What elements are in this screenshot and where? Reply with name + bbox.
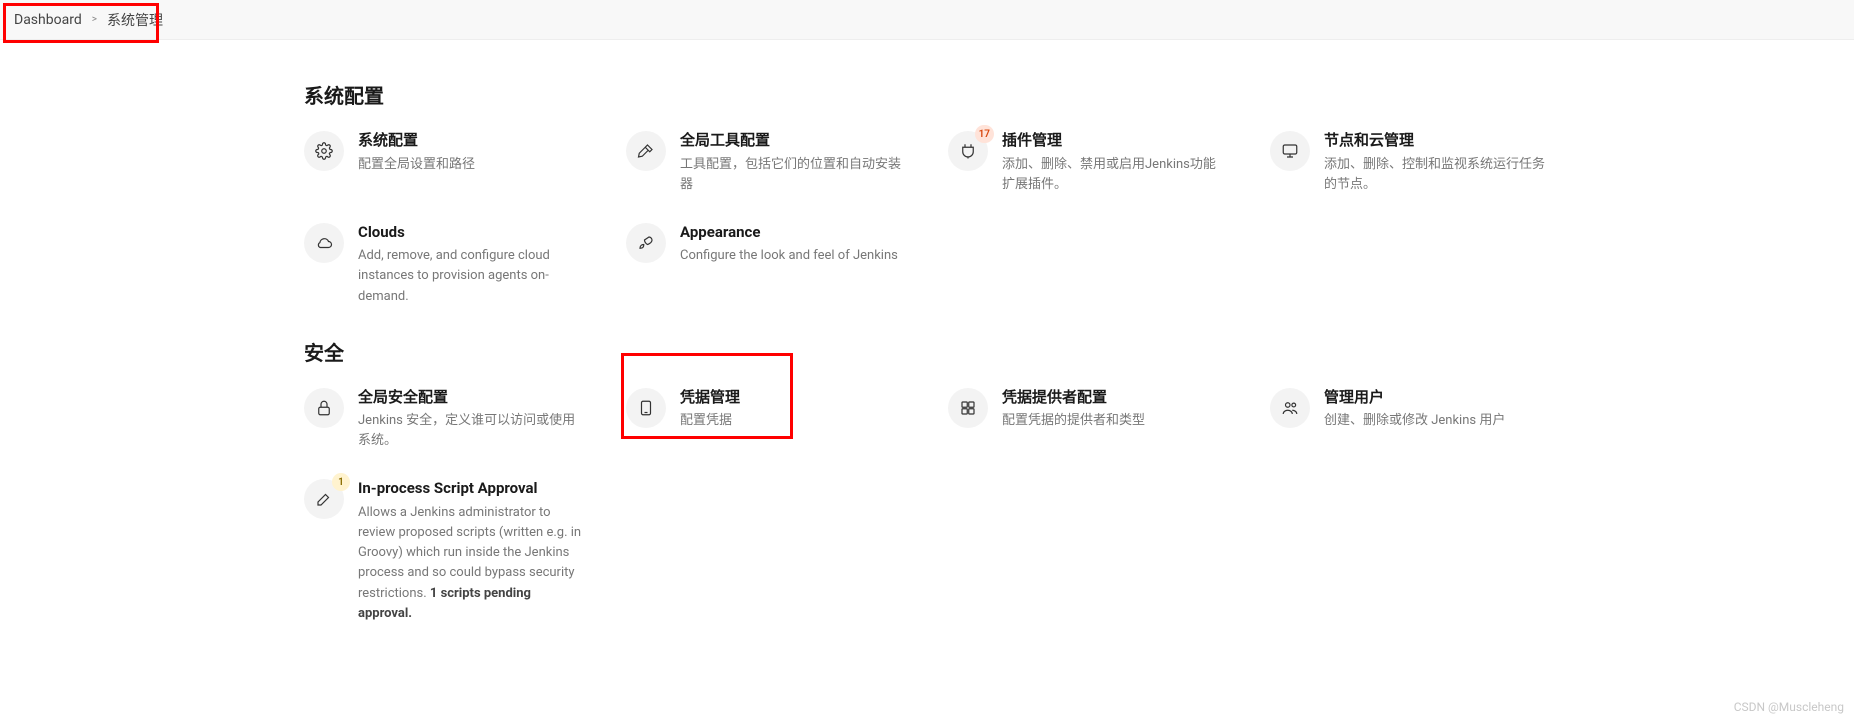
card-manage-users[interactable]: 管理用户 创建、删除或修改 Jenkins 用户 [1270,388,1550,452]
card-title: 凭据管理 [680,388,740,408]
card-title: 插件管理 [1002,131,1228,151]
section-title-system-config: 系统配置 [304,80,1554,109]
badge-script-count: 1 [332,473,350,491]
card-desc: 添加、删除、禁用或启用Jenkins功能扩展插件。 [1002,155,1228,195]
card-plugins[interactable]: 17 插件管理 添加、删除、禁用或启用Jenkins功能扩展插件。 [948,131,1228,195]
card-title: Clouds [358,223,584,243]
card-global-security[interactable]: 全局安全配置 Jenkins 安全，定义谁可以访问或使用系统。 [304,388,584,452]
card-nodes-clouds[interactable]: 节点和云管理 添加、删除、控制和监视系统运行任务的节点。 [1270,131,1550,195]
card-desc: 添加、删除、控制和监视系统运行任务的节点。 [1324,155,1550,195]
card-desc: 工具配置，包括它们的位置和自动安装器 [680,155,906,195]
main-content: 系统配置 系统配置 配置全局设置和路径 全局工具配置 工具配置，包括它们的位置和… [304,40,1554,624]
card-system-config[interactable]: 系统配置 配置全局设置和路径 [304,131,584,195]
card-desc: Jenkins 安全，定义谁可以访问或使用系统。 [358,411,584,451]
id-card-icon [626,388,666,428]
card-desc: 创建、删除或修改 Jenkins 用户 [1324,411,1505,431]
gear-icon [304,131,344,171]
providers-icon [948,388,988,428]
card-title: 系统配置 [358,131,475,151]
card-title: 全局工具配置 [680,131,906,151]
section-grid-system-config: 系统配置 配置全局设置和路径 全局工具配置 工具配置，包括它们的位置和自动安装器… [304,131,1554,307]
card-title: Appearance [680,223,898,243]
card-title: 全局安全配置 [358,388,584,408]
watermark: CSDN @Muscleheng [1734,700,1844,714]
breadcrumb: Dashboard > 系统管理 [0,0,1854,40]
breadcrumb-dashboard[interactable]: Dashboard [14,12,82,28]
card-title: 节点和云管理 [1324,131,1550,151]
section-grid-security: 全局安全配置 Jenkins 安全，定义谁可以访问或使用系统。 凭据管理 配置凭… [304,388,1554,624]
card-clouds[interactable]: Clouds Add, remove, and configure cloud … [304,223,584,307]
card-title: In-process Script Approval [358,479,584,499]
card-desc: 配置凭据 [680,411,740,431]
card-credential-providers[interactable]: 凭据提供者配置 配置凭据的提供者和类型 [948,388,1228,452]
card-credentials[interactable]: 凭据管理 配置凭据 [626,388,906,452]
card-desc: Configure the look and feel of Jenkins [680,246,898,266]
monitor-icon [1270,131,1310,171]
card-script-approval[interactable]: 1 In-process Script Approval Allows a Je… [304,479,584,623]
card-desc: Add, remove, and configure cloud instanc… [358,246,584,306]
card-desc: Allows a Jenkins administrator to review… [358,503,584,624]
plugin-icon: 17 [948,131,988,171]
card-title: 凭据提供者配置 [1002,388,1145,408]
card-desc: 配置全局设置和路径 [358,155,475,175]
hammer-icon [626,131,666,171]
card-desc: 配置凭据的提供者和类型 [1002,411,1145,431]
breadcrumb-system-manage[interactable]: 系统管理 [107,10,163,30]
lock-icon [304,388,344,428]
brush-icon [626,223,666,263]
chevron-right-icon: > [92,14,97,25]
edit-icon: 1 [304,479,344,519]
card-appearance[interactable]: Appearance Configure the look and feel o… [626,223,906,307]
cloud-icon [304,223,344,263]
card-title: 管理用户 [1324,388,1505,408]
badge-plugin-count: 17 [975,125,994,143]
users-icon [1270,388,1310,428]
section-title-security: 安全 [304,337,1554,366]
card-global-tools[interactable]: 全局工具配置 工具配置，包括它们的位置和自动安装器 [626,131,906,195]
